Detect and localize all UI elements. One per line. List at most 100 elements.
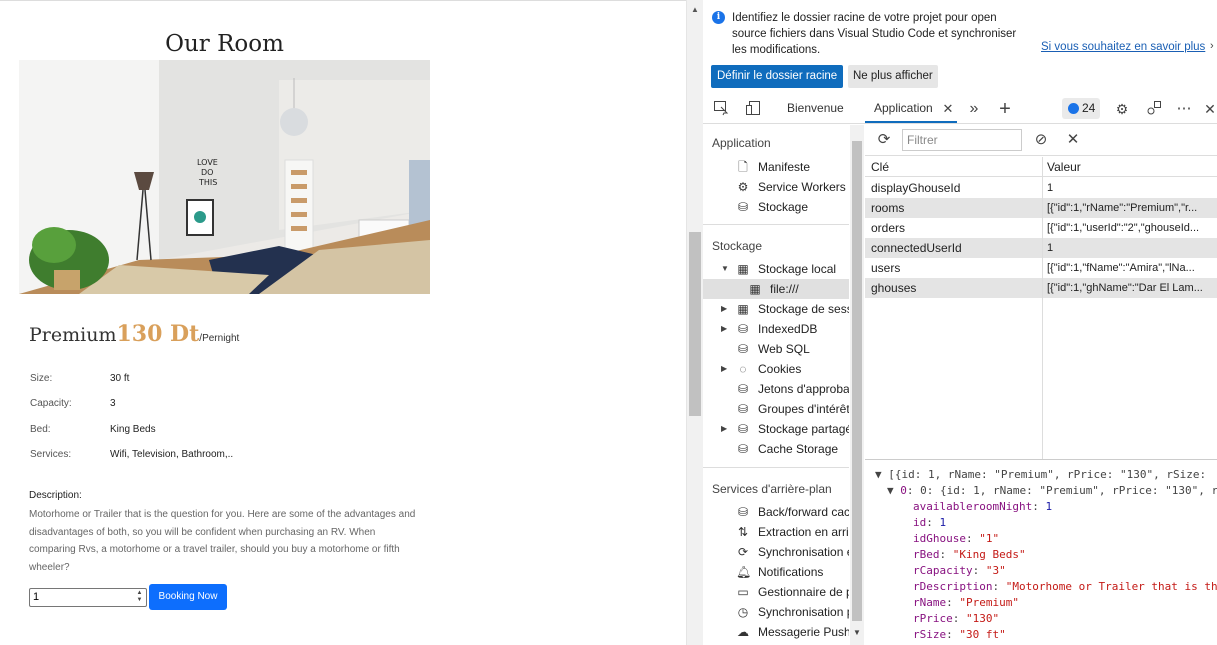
table-row[interactable]: users [{"id":1,"fName":"Amira","lNa... <box>865 258 1217 278</box>
page-scrollbar[interactable]: ▲ <box>686 0 703 645</box>
preview-root[interactable]: ▼ [{id: 1, rName: "Premium", rPrice: "13… <box>875 467 1206 483</box>
document-icon: 🗋 <box>738 160 748 174</box>
spec-label: Services: <box>30 449 72 460</box>
sidebar-item-manifest[interactable]: 🗋 Manifeste <box>703 157 849 177</box>
sidebar-item-background-sync[interactable]: ⟳ Synchronisation en arrière-plan <box>703 542 849 562</box>
refresh-icon[interactable]: ⟳ <box>875 131 893 149</box>
column-value-header[interactable]: Valeur <box>1047 157 1081 177</box>
preview-item-summary: 0: {id: 1, rName: "Premium", rPrice: "13… <box>920 484 1217 497</box>
more-tabs-icon[interactable]: » <box>965 100 983 118</box>
expanded-arrow-icon: ▼ <box>887 484 901 497</box>
per-night-label: /Pernight <box>199 333 240 344</box>
sidebar-item-cookies[interactable]: ▶ ◌ Cookies <box>703 359 849 379</box>
preview-property: idGhouse: "1" <box>913 532 1000 545</box>
room-price: 130 Dt <box>116 321 200 347</box>
table-row[interactable]: displayGhouseId 1 <box>865 178 1217 198</box>
column-separator[interactable] <box>1042 157 1043 459</box>
collapsed-arrow-icon[interactable]: ▶ <box>721 299 727 319</box>
filter-input[interactable]: Filtrer <box>902 129 1022 151</box>
device-emulation-icon[interactable] <box>744 100 762 118</box>
svg-text:LOVE: LOVE <box>197 158 218 167</box>
set-root-folder-button[interactable]: Définir le dossier racine <box>711 65 844 88</box>
learn-more-link[interactable]: Si vous souhaitez en savoir plus <box>1041 41 1205 53</box>
divider <box>703 224 849 225</box>
spec-label: Size: <box>30 373 53 384</box>
database-icon: ⛁ <box>737 342 749 356</box>
chevron-right-icon[interactable]: › <box>1210 40 1214 52</box>
close-tab-icon[interactable]: ✕ <box>939 100 957 118</box>
sidebar-item-interest-groups[interactable]: ⛁ Groupes d'intérêt <box>703 399 849 419</box>
table-grid-icon: ▦ <box>749 282 761 296</box>
sidebar-item-background-fetch[interactable]: ⇅ Extraction en arrière-plan <box>703 522 849 542</box>
database-icon: ⛁ <box>737 322 749 336</box>
row-value: [{"id":1,"rName":"Premium","r... <box>1047 202 1198 214</box>
scroll-down-arrow-icon[interactable]: ▼ <box>853 628 861 637</box>
sidebar-item-payment-handler[interactable]: ▭ Gestionnaire de paiement <box>703 582 849 602</box>
table-row[interactable]: orders [{"id":1,"userId":"2","ghouseId..… <box>865 218 1217 238</box>
table-row[interactable]: rooms [{"id":1,"rName":"Premium","r... <box>865 198 1217 218</box>
tab-application[interactable]: Application <box>874 101 933 115</box>
scroll-up-arrow-icon[interactable]: ▲ <box>691 5 699 14</box>
room-name: Premium <box>29 324 117 346</box>
sidebar-item-indexeddb[interactable]: ▶ ⛁ IndexedDB <box>703 319 849 339</box>
settings-gear-icon[interactable]: ⚙ <box>1113 100 1131 118</box>
spec-label: Bed: <box>30 424 51 435</box>
customize-icon[interactable] <box>1145 100 1163 118</box>
sidebar-item-shared-storage[interactable]: ▶ ⛁ Stockage partagé <box>703 419 849 439</box>
preview-property: rCapacity: "3" <box>913 564 1006 577</box>
sidebar-item-local-storage[interactable]: ▼ ▦ Stockage local <box>703 259 849 279</box>
preview-property: rDescription: "Motorhome or Trailer that… <box>913 580 1217 593</box>
clear-all-icon[interactable]: ⊘ <box>1032 131 1050 149</box>
column-key-header[interactable]: Clé <box>871 157 889 177</box>
preview-item-0[interactable]: ▼ 0: 0: {id: 1, rName: "Premium", rPrice… <box>887 483 1217 499</box>
table-row[interactable]: connectedUserId 1 <box>865 238 1217 258</box>
database-icon: ⛁ <box>737 505 749 519</box>
table-row[interactable]: ghouses [{"id":1,"ghName":"Dar El Lam... <box>865 278 1217 298</box>
preview-property: id: 1 <box>913 516 947 529</box>
table-header: Clé Valeur <box>865 157 1217 177</box>
web-page: Our Room LOVE DO THIS Premium130 Dt/Pern… <box>0 0 686 645</box>
scrollbar-thumb[interactable] <box>852 141 862 621</box>
sidebar-item-storage[interactable]: ⛁ Stockage <box>703 197 849 217</box>
sidebar-scrollbar[interactable]: ▼ <box>850 125 864 645</box>
database-icon: ⛁ <box>737 442 749 456</box>
expanded-arrow-icon: ▼ <box>875 468 889 481</box>
quantity-stepper[interactable]: ▲ ▼ <box>135 590 144 605</box>
devtools-toolbar: Bienvenue Application ✕ » + 24 ⚙ ⋯ ✕ <box>703 94 1217 124</box>
sidebar-item-websql[interactable]: ⛁ Web SQL <box>703 339 849 359</box>
room-heading: Premium130 Dt/Pernight <box>29 321 239 347</box>
inspect-element-icon[interactable] <box>712 100 730 118</box>
tab-welcome[interactable]: Bienvenue <box>787 101 844 115</box>
more-options-icon[interactable]: ⋯ <box>1175 100 1193 118</box>
expanded-arrow-icon[interactable]: ▼ <box>721 259 729 279</box>
info-icon: i <box>712 11 725 24</box>
preview-property: rSize: "30 ft" <box>913 628 1006 641</box>
nights-quantity-input[interactable]: 1 ▲ ▼ <box>29 588 147 607</box>
booking-now-button[interactable]: Booking Now <box>149 584 227 610</box>
row-key: displayGhouseId <box>871 181 961 195</box>
divider[interactable] <box>865 459 1217 460</box>
issues-badge[interactable]: 24 <box>1062 98 1100 119</box>
dont-show-again-button[interactable]: Ne plus afficher <box>848 65 938 88</box>
delete-selected-icon[interactable]: ✕ <box>1064 131 1082 149</box>
close-devtools-icon[interactable]: ✕ <box>1201 100 1217 118</box>
application-sidebar: Application 🗋 Manifeste ⚙ Service Worker… <box>703 125 851 645</box>
row-value: 1 <box>1047 242 1054 254</box>
add-tab-icon[interactable]: + <box>996 99 1014 119</box>
database-icon: ⛁ <box>737 422 749 436</box>
sidebar-item-session-storage[interactable]: ▶ ▦ Stockage de session <box>703 299 849 319</box>
collapsed-arrow-icon[interactable]: ▶ <box>721 419 727 439</box>
sidebar-item-bfcache[interactable]: ⛁ Back/forward cache <box>703 502 849 522</box>
cookie-icon: ◌ <box>739 362 747 376</box>
collapsed-arrow-icon[interactable]: ▶ <box>721 359 727 379</box>
sidebar-item-service-workers[interactable]: ⚙ Service Workers <box>703 177 849 197</box>
sidebar-item-periodic-sync[interactable]: ◷ Synchronisation périodique <box>703 602 849 622</box>
collapsed-arrow-icon[interactable]: ▶ <box>721 319 727 339</box>
sidebar-item-notifications[interactable]: 🔔︎ Notifications <box>703 562 849 582</box>
scrollbar-thumb[interactable] <box>689 232 701 416</box>
sidebar-item-file-origin[interactable]: ▦ file:/// <box>703 279 849 299</box>
sidebar-item-push-messaging[interactable]: ☁ Messagerie Push <box>703 622 849 642</box>
sidebar-item-trust-tokens[interactable]: ⛁ Jetons d'approbation <box>703 379 849 399</box>
row-value: [{"id":1,"ghName":"Dar El Lam... <box>1047 282 1203 294</box>
sidebar-item-cache-storage[interactable]: ⛁ Cache Storage <box>703 439 849 459</box>
